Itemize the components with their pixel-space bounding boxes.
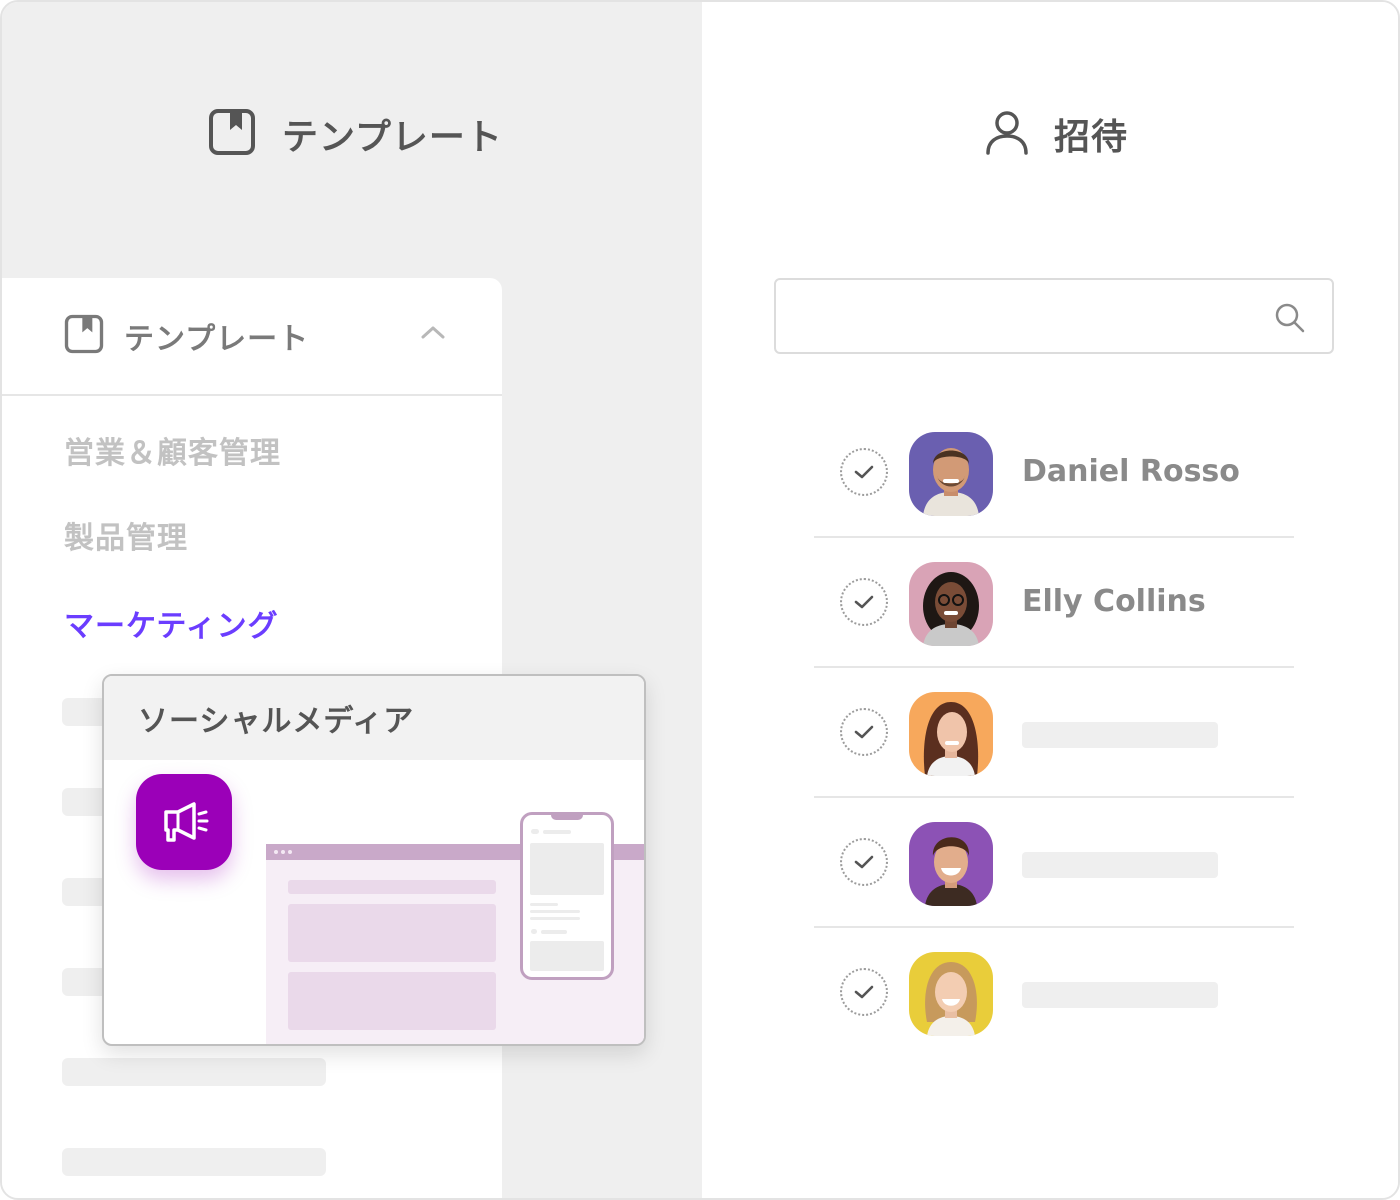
invitee-name-placeholder (1022, 852, 1218, 878)
browser-block (288, 880, 496, 894)
invitee-name: Daniel Rosso (1022, 454, 1240, 489)
card-header: ソーシャルメディア (104, 676, 644, 760)
browser-block (288, 972, 496, 1030)
avatar (909, 952, 993, 1036)
browser-block (288, 904, 496, 962)
templates-pane: テンプレート テンプレート 営業＆顧客管理 製品管理 マーケティング ソーシャル… (2, 2, 702, 1198)
search-box[interactable] (774, 278, 1334, 354)
invite-pane-header: 招待 (984, 102, 1128, 166)
avatar (909, 562, 993, 646)
phone-mockup (520, 812, 614, 980)
check-icon[interactable] (840, 578, 888, 626)
avatar (909, 432, 993, 516)
check-icon[interactable] (840, 708, 888, 756)
search-icon[interactable] (1274, 302, 1306, 338)
invitee-name-placeholder (1022, 982, 1218, 1008)
templates-pane-title: テンプレート (282, 117, 503, 158)
user-icon (984, 109, 1030, 159)
category-marketing[interactable]: マーケティング (64, 601, 279, 645)
category-placeholder (62, 1148, 326, 1176)
check-icon[interactable] (840, 448, 888, 496)
templates-pane-header: テンプレート (208, 102, 503, 166)
template-book-icon (64, 314, 104, 358)
search-input[interactable] (792, 290, 1262, 342)
card-title: ソーシャルメディア (138, 704, 415, 739)
invitee-row[interactable]: Elly Collins (814, 538, 1294, 668)
category-placeholder (62, 1058, 326, 1086)
invite-pane-title: 招待 (1054, 117, 1129, 158)
invitee-row[interactable] (814, 668, 1294, 798)
check-icon[interactable] (840, 968, 888, 1016)
avatar (909, 822, 993, 906)
template-book-icon (208, 108, 256, 160)
app-frame: テンプレート テンプレート 営業＆顧客管理 製品管理 マーケティング ソーシャル… (0, 0, 1400, 1200)
check-icon[interactable] (840, 838, 888, 886)
template-section-header[interactable]: テンプレート (2, 278, 502, 396)
chevron-up-icon[interactable] (420, 324, 446, 344)
category-product-management[interactable]: 製品管理 (64, 513, 188, 557)
avatar (909, 692, 993, 776)
invitee-name-placeholder (1022, 722, 1218, 748)
invitee-row[interactable]: Daniel Rosso (814, 408, 1294, 538)
social-media-template-card[interactable]: ソーシャルメディア (102, 674, 646, 1046)
category-sales-crm[interactable]: 営業＆顧客管理 (64, 428, 281, 472)
invitee-row[interactable] (814, 928, 1294, 1058)
invitee-row[interactable] (814, 798, 1294, 928)
template-section-label: テンプレート (124, 322, 310, 357)
invitee-name: Elly Collins (1022, 584, 1206, 619)
invite-pane: 招待 Daniel Rosso Elly Collins (702, 2, 1398, 1198)
megaphone-icon (136, 774, 232, 870)
